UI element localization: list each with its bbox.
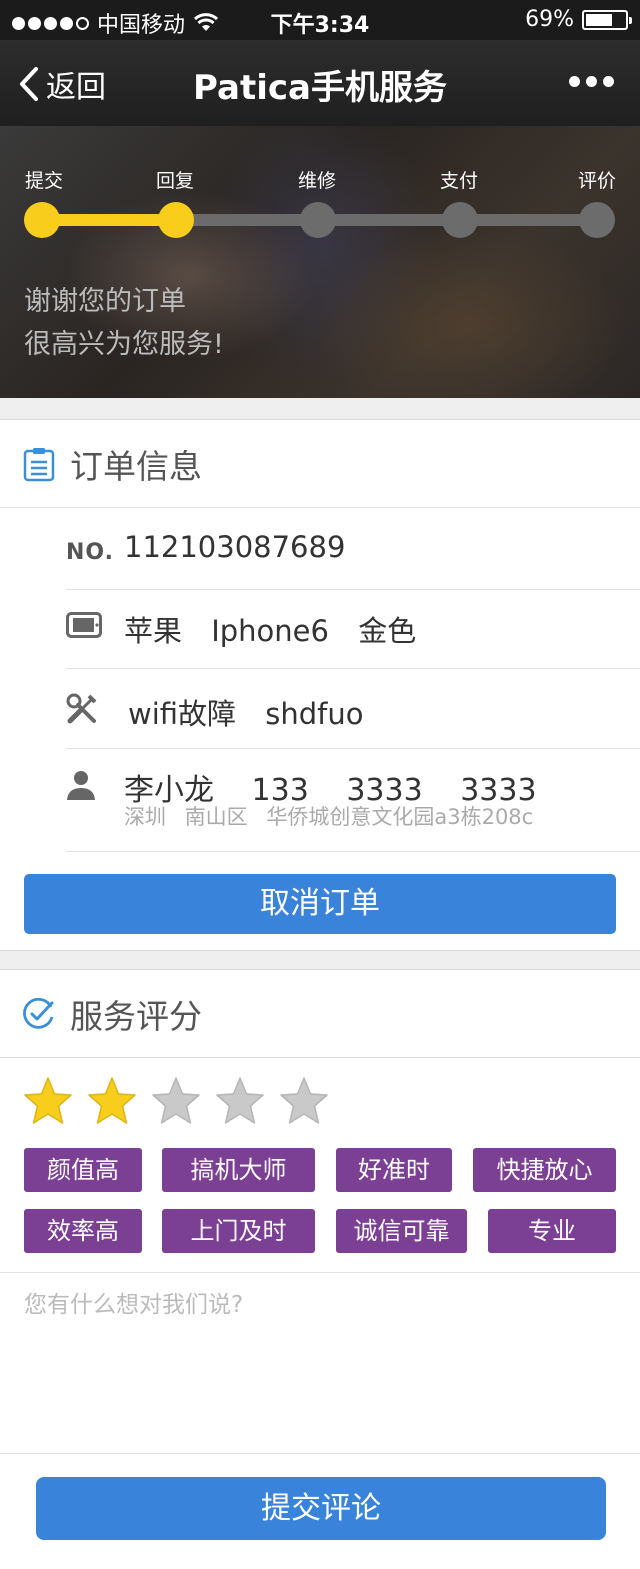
tag-chip[interactable]: 搞机大师 (162, 1148, 315, 1192)
order-number-label: NO. (66, 540, 114, 565)
customer-row: 李小龙 133 3333 3333 深圳 南山区 华侨城创意文化园a3栋208c (66, 749, 640, 852)
user-icon (67, 771, 95, 800)
star-filled-icon[interactable] (22, 1076, 74, 1128)
section-title: 服务评分 (70, 996, 202, 1036)
star-empty-icon[interactable] (278, 1076, 330, 1128)
device-info: 苹果 Iphone6 金色 (124, 614, 417, 648)
check-circle-icon (23, 997, 54, 1029)
section-title: 订单信息 (70, 446, 202, 486)
tablet-icon (66, 612, 102, 638)
submit-review-button[interactable]: 提交评论 (36, 1477, 606, 1540)
more-options-button[interactable] (569, 76, 614, 87)
progress-node (442, 202, 478, 238)
fault-info: wifi故障 shdfuo (128, 697, 364, 731)
star-filled-icon[interactable] (86, 1076, 138, 1128)
star-empty-icon[interactable] (214, 1076, 266, 1128)
step-label: 回复 (155, 170, 195, 192)
order-number-value: 112103087689 (124, 530, 346, 564)
service-rating-card: 服务评分 颜值高 搞机大师 好准时 快捷放心 效率高 上门及时 诚信可靠 专业 … (0, 969, 640, 1569)
progress-node (158, 202, 194, 238)
thank-you-message: 谢谢您的订单 很高兴为您服务! (24, 280, 224, 366)
tag-chip[interactable]: 上门及时 (162, 1209, 315, 1253)
star-rating[interactable] (22, 1076, 330, 1128)
tag-chip[interactable]: 快捷放心 (473, 1148, 616, 1192)
battery-fill (586, 13, 613, 26)
tag-chip[interactable]: 颜值高 (24, 1148, 142, 1192)
progress-step-labels: 提交 回复 维修 支付 评价 (0, 166, 640, 192)
progress-track-fill (42, 214, 176, 226)
cancel-order-button[interactable]: 取消订单 (24, 874, 616, 934)
clipboard-icon (23, 447, 55, 481)
progress-node (579, 202, 615, 238)
tag-chip[interactable]: 专业 (488, 1209, 616, 1253)
order-number-row: NO. 112103087689 (66, 510, 640, 590)
step-label: 维修 (297, 170, 337, 192)
thank-you-line: 谢谢您的订单 (24, 286, 186, 317)
more-dot (586, 76, 597, 87)
step-label: 支付 (439, 170, 479, 192)
device-row: 苹果 Iphone6 金色 (66, 590, 640, 669)
fault-row: wifi故障 shdfuo (66, 669, 640, 749)
nav-bar: 返回 Patica手机服务 (0, 40, 640, 126)
tag-chip[interactable]: 效率高 (24, 1209, 142, 1253)
more-dot (603, 76, 614, 87)
tag-chip[interactable]: 好准时 (336, 1148, 452, 1192)
page-title: Patica手机服务 (193, 68, 447, 108)
order-info-card: 订单信息 NO. 112103087689 苹果 Iphone6 金色 wifi… (0, 419, 640, 951)
step-label: 提交 (24, 170, 64, 192)
comment-box (0, 1272, 640, 1454)
status-bar: 中国移动 下午3:34 69% (0, 0, 640, 40)
repair-tools-icon (66, 693, 97, 724)
battery-icon (582, 9, 632, 30)
order-info-header: 订单信息 (0, 420, 640, 508)
comment-input[interactable] (0, 1273, 640, 1453)
status-right: 69% (525, 7, 632, 32)
tag-chip[interactable]: 诚信可靠 (336, 1209, 467, 1253)
step-label: 评价 (577, 170, 617, 192)
progress-node (24, 202, 60, 238)
rating-header: 服务评分 (0, 970, 640, 1058)
star-empty-icon[interactable] (150, 1076, 202, 1128)
order-progress-banner: 提交 回复 维修 支付 评价 谢谢您的订单 很高兴为您服务! (0, 126, 640, 398)
thank-you-line: 很高兴为您服务! (24, 329, 224, 360)
progress-node (300, 202, 336, 238)
more-dot (569, 76, 580, 87)
customer-address: 深圳 南山区 华侨城创意文化园a3栋208c (124, 805, 534, 829)
battery-percent: 69% (525, 7, 574, 32)
